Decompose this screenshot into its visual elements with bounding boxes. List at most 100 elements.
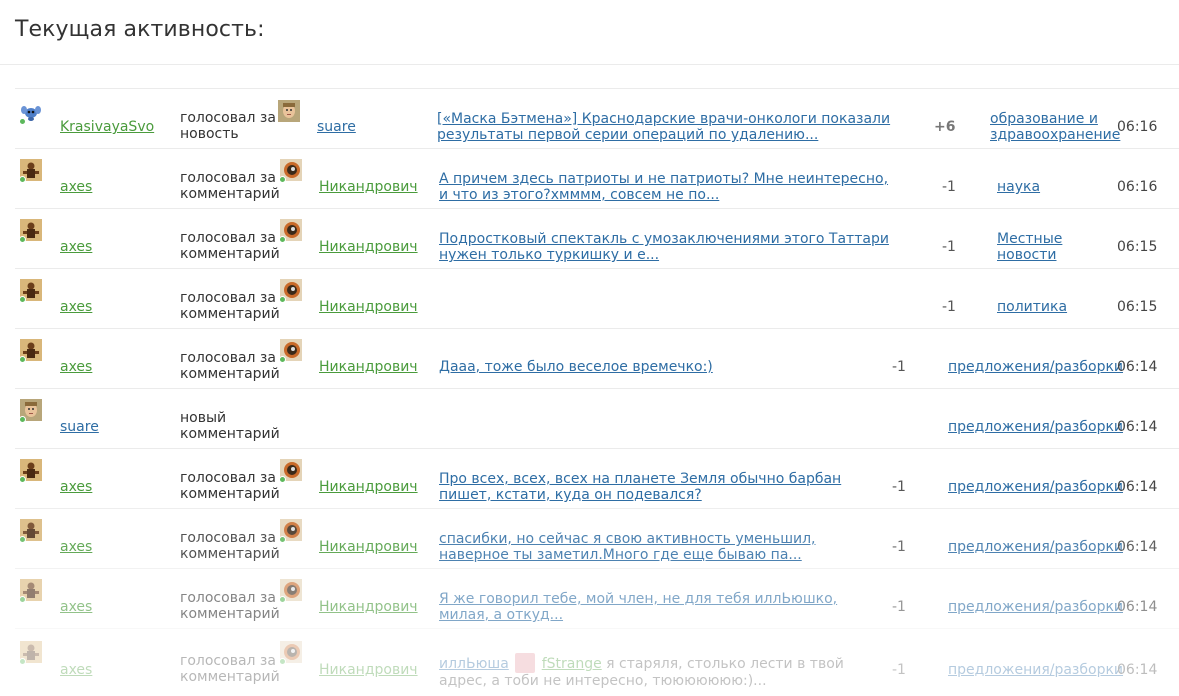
online-status-icon <box>19 296 26 303</box>
category-link[interactable]: предложения/разборки <box>948 419 1123 435</box>
action-text: голосовал за комментарий <box>180 530 280 562</box>
score-value: -1 <box>942 299 956 315</box>
online-status-icon <box>279 296 286 303</box>
online-status-icon <box>279 236 286 243</box>
eye-avatar-icon[interactable] <box>279 579 302 603</box>
online-status-icon <box>279 658 286 665</box>
score-value: -1 <box>892 359 906 375</box>
eye-avatar-icon[interactable] <box>279 459 302 483</box>
activity-row: axes голосовал за комментарий Никандрови… <box>15 628 1179 696</box>
timestamp: 06:15 <box>1117 299 1158 315</box>
face-avatar-icon[interactable] <box>278 100 300 122</box>
score-value: -1 <box>892 662 906 678</box>
category-link[interactable]: предложения/разборки <box>948 662 1123 678</box>
content-link[interactable]: Про всех, всех, всех на планете Земля об… <box>439 471 859 503</box>
score-value: +6 <box>934 119 956 135</box>
content-link[interactable]: А причем здесь патриоты и не патриоты? М… <box>439 171 899 203</box>
action-text: голосовал за комментарий <box>180 470 280 502</box>
online-status-icon <box>19 476 26 483</box>
online-status-icon <box>279 476 286 483</box>
timestamp: 06:16 <box>1117 119 1158 135</box>
action-text: голосовал за комментарий <box>180 170 280 202</box>
online-status-icon <box>19 356 26 363</box>
category-link[interactable]: предложения/разборки <box>948 479 1123 495</box>
category-link[interactable]: наука <box>997 179 1040 195</box>
page-title: Текущая активность: <box>15 17 265 42</box>
actor-link[interactable]: axes <box>60 599 92 615</box>
timestamp: 06:14 <box>1117 479 1158 495</box>
activity-row: axes голосовал за комментарий Никандрови… <box>15 328 1179 388</box>
target-user-link[interactable]: Никандрович <box>319 299 418 315</box>
content-link[interactable]: Подростковый спектакль с умозаключениями… <box>439 231 931 263</box>
online-status-icon <box>279 356 286 363</box>
category-link[interactable]: предложения/разборки <box>948 359 1123 375</box>
activity-row: KrasivayaSvo голосовал за новость suare … <box>15 88 1179 148</box>
content-link[interactable]: спасибки, но сейчас я свою активность ум… <box>439 531 879 563</box>
target-user-link[interactable]: Никандрович <box>319 479 418 495</box>
figure-avatar-icon[interactable] <box>19 519 42 543</box>
online-status-icon <box>19 536 26 543</box>
score-value: -1 <box>942 239 956 255</box>
online-status-icon <box>19 596 26 603</box>
target-user-link[interactable]: Никандрович <box>319 539 418 555</box>
eye-avatar-icon[interactable] <box>279 159 302 183</box>
actor-link[interactable]: axes <box>60 239 92 255</box>
figure-avatar-icon[interactable] <box>19 279 42 303</box>
figure-avatar-icon[interactable] <box>19 339 42 363</box>
actor-link[interactable]: axes <box>60 539 92 555</box>
actor-link[interactable]: axes <box>60 662 92 678</box>
stitch-avatar-icon[interactable] <box>19 101 42 125</box>
target-user-link[interactable]: Никандрович <box>319 359 418 375</box>
actor-link[interactable]: axes <box>60 479 92 495</box>
timestamp: 06:14 <box>1117 539 1158 555</box>
score-value: -1 <box>942 179 956 195</box>
score-value: -1 <box>892 599 906 615</box>
user-avatar-icon <box>515 653 536 673</box>
figure-avatar-icon[interactable] <box>19 459 42 483</box>
online-status-icon <box>19 416 26 423</box>
target-user-link[interactable]: suare <box>317 119 356 135</box>
title-divider <box>0 64 1179 65</box>
target-user-link[interactable]: Никандрович <box>319 599 418 615</box>
actor-link[interactable]: axes <box>60 179 92 195</box>
content-link[interactable]: иллЬюша <box>439 656 509 672</box>
content-link[interactable]: Я же говорил тебе, мой член, не для тебя… <box>439 591 859 623</box>
activity-row: axes голосовал за комментарий Никандрови… <box>15 448 1179 508</box>
action-text: голосовал за комментарий <box>180 290 280 322</box>
action-text: голосовал за комментарий <box>180 230 280 262</box>
face-avatar-icon[interactable] <box>19 399 42 423</box>
timestamp: 06:14 <box>1117 419 1158 435</box>
activity-row: axes голосовал за комментарий Никандрови… <box>15 148 1179 208</box>
actor-link[interactable]: axes <box>60 359 92 375</box>
activity-row: axes голосовал за комментарий Никандрови… <box>15 568 1179 628</box>
eye-avatar-icon[interactable] <box>279 219 302 243</box>
category-link[interactable]: Местные новости <box>997 231 1077 263</box>
comment-preview: иллЬюша fStrange я старяля, столько лест… <box>439 653 879 689</box>
category-link[interactable]: политика <box>997 299 1067 315</box>
content-link[interactable]: [«Маска Бэтмена»] Краснодарские врачи-он… <box>437 111 925 143</box>
eye-avatar-icon[interactable] <box>279 519 302 543</box>
online-status-icon <box>19 118 26 125</box>
online-status-icon <box>19 176 26 183</box>
eye-avatar-icon[interactable] <box>279 641 302 665</box>
target-user-link[interactable]: Никандрович <box>319 239 418 255</box>
eye-avatar-icon[interactable] <box>279 279 302 303</box>
eye-avatar-icon[interactable] <box>279 339 302 363</box>
figure-avatar-icon[interactable] <box>19 159 42 183</box>
target-user-link[interactable]: Никандрович <box>319 662 418 678</box>
actor-link[interactable]: KrasivayaSvo <box>60 119 154 135</box>
timestamp: 06:16 <box>1117 179 1158 195</box>
category-link[interactable]: предложения/разборки <box>948 599 1123 615</box>
target-user-link[interactable]: Никандрович <box>319 179 418 195</box>
timestamp: 06:14 <box>1117 359 1158 375</box>
figure-avatar-icon[interactable] <box>19 641 42 665</box>
content-link[interactable]: Дааа, тоже было веселое времечко:) <box>439 359 713 375</box>
category-link[interactable]: предложения/разборки <box>948 539 1123 555</box>
mention-link[interactable]: fStrange <box>542 656 602 672</box>
actor-link[interactable]: axes <box>60 299 92 315</box>
activity-feed: KrasivayaSvo голосовал за новость suare … <box>15 88 1179 696</box>
figure-avatar-icon[interactable] <box>19 219 42 243</box>
actor-link[interactable]: suare <box>60 419 99 435</box>
figure-avatar-icon[interactable] <box>19 579 42 603</box>
category-link[interactable]: образование и здравоохранение <box>990 111 1120 143</box>
